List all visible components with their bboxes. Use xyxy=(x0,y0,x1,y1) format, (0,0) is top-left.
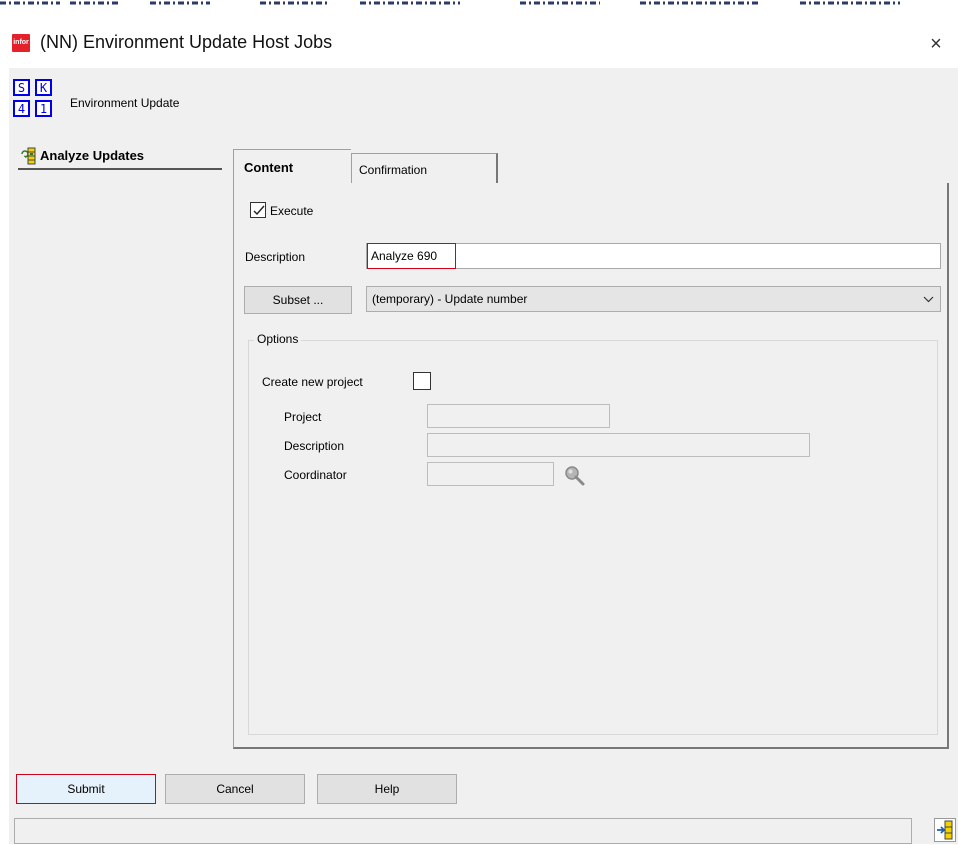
description-highlight: Analyze 690 xyxy=(367,243,456,269)
app-icon-letter: K xyxy=(35,79,52,96)
cancel-button[interactable]: Cancel xyxy=(165,774,305,804)
analyze-updates-icon xyxy=(20,147,38,165)
app-name: Environment Update xyxy=(70,96,180,110)
project-input[interactable] xyxy=(427,404,610,428)
option-description-input[interactable] xyxy=(427,433,810,457)
execute-label: Execute xyxy=(270,204,314,218)
create-new-project-checkbox[interactable] xyxy=(413,372,431,390)
options-groupbox xyxy=(248,340,938,735)
coordinator-input[interactable] xyxy=(427,462,554,486)
tab-confirmation-label: Confirmation xyxy=(359,163,428,177)
top-sliver xyxy=(0,0,958,6)
options-title: Options xyxy=(254,332,302,346)
close-button[interactable]: × xyxy=(920,30,952,58)
tab-confirmation[interactable]: Confirmation xyxy=(351,153,498,183)
window-title: (NN) Environment Update Host Jobs xyxy=(40,32,333,52)
description-value: Analyze 690 xyxy=(371,249,438,263)
app-icon-letter: 4 xyxy=(13,100,30,117)
execute-checkbox[interactable] xyxy=(250,202,266,218)
infor-logo-icon: infor xyxy=(12,34,30,52)
app-icon-letter: S xyxy=(13,79,30,96)
search-icon[interactable] xyxy=(563,464,587,488)
chevron-down-icon xyxy=(923,287,934,320)
sk41-app-icon: S K 4 1 xyxy=(13,79,59,125)
subset-select[interactable]: (temporary) - Update number xyxy=(366,286,941,312)
status-bar xyxy=(14,818,912,844)
tab-content[interactable]: Content xyxy=(233,149,351,183)
nav-item-label: Analyze Updates xyxy=(40,148,145,163)
subset-selected-value: (temporary) - Update number xyxy=(372,292,528,306)
app-icon-letter: 1 xyxy=(35,100,52,117)
create-new-project-label: Create new project xyxy=(262,375,363,389)
status-tool-icon[interactable] xyxy=(934,818,956,842)
project-label: Project xyxy=(284,410,322,424)
checkmark-icon xyxy=(253,205,265,216)
subset-button[interactable]: Subset ... xyxy=(244,286,352,314)
nav-item-analyze-updates[interactable]: Analyze Updates xyxy=(18,146,222,170)
submit-button[interactable]: Submit xyxy=(16,774,156,804)
option-description-label: Description xyxy=(284,439,345,453)
help-button[interactable]: Help xyxy=(317,774,457,804)
title-bar: infor (NN) Environment Update Host Jobs … xyxy=(0,10,958,58)
description-label: Description xyxy=(245,250,306,264)
tab-content-label: Content xyxy=(244,160,294,175)
coordinator-label: Coordinator xyxy=(284,468,347,482)
